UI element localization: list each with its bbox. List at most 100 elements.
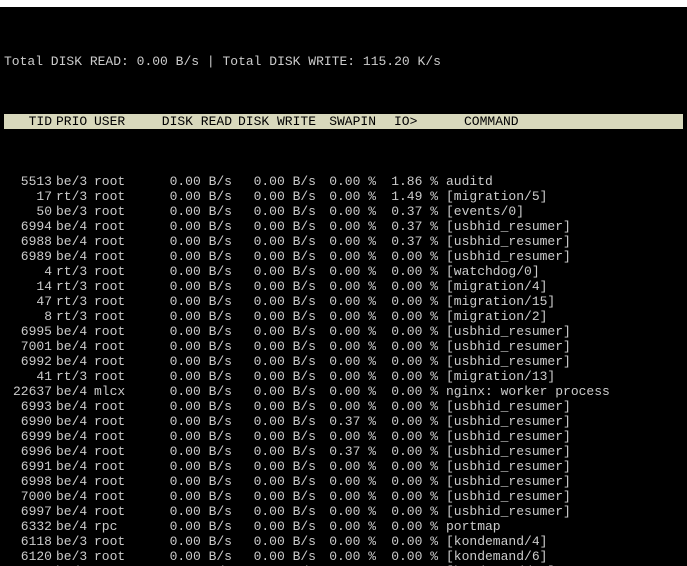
cell-swapin: 0.00 %	[320, 399, 382, 414]
cell-io: 0.00 %	[382, 549, 444, 564]
cell-user: root	[94, 549, 152, 564]
cell-swapin: 0.37 %	[320, 444, 382, 459]
process-row[interactable]: 6991be/4root0.00 B/s0.00 B/s0.00 %0.00 %…	[4, 459, 683, 474]
process-row[interactable]: 6998be/4root0.00 B/s0.00 B/s0.00 %0.00 %…	[4, 474, 683, 489]
cell-user: root	[94, 504, 152, 519]
cell-io: 0.00 %	[382, 399, 444, 414]
process-row[interactable]: 6118be/3root0.00 B/s0.00 B/s0.00 %0.00 %…	[4, 534, 683, 549]
cell-dread: 0.00 B/s	[152, 519, 236, 534]
cell-io: 0.37 %	[382, 234, 444, 249]
cell-cmd: [usbhid_resumer]	[444, 234, 683, 249]
process-row[interactable]: 17rt/3root0.00 B/s0.00 B/s0.00 %1.49 %[m…	[4, 189, 683, 204]
column-header-row[interactable]: TID PRIO USER DISK READ DISK WRITE SWAPI…	[4, 114, 683, 129]
cell-dwrite: 0.00 B/s	[236, 549, 320, 564]
cell-swapin: 0.00 %	[320, 459, 382, 474]
cell-dread: 0.00 B/s	[152, 429, 236, 444]
cell-tid: 6991	[4, 459, 56, 474]
cell-prio: be/4	[56, 444, 94, 459]
col-header-cmd[interactable]: COMMAND	[450, 114, 683, 129]
cell-prio: be/4	[56, 474, 94, 489]
process-row[interactable]: 6996be/4root0.00 B/s0.00 B/s0.37 %0.00 %…	[4, 444, 683, 459]
cell-cmd: [events/0]	[444, 204, 683, 219]
process-row[interactable]: 7001be/4root0.00 B/s0.00 B/s0.00 %0.00 %…	[4, 339, 683, 354]
cell-cmd: [migration/4]	[444, 279, 683, 294]
cell-prio: rt/3	[56, 369, 94, 384]
cell-io: 0.00 %	[382, 444, 444, 459]
col-header-io[interactable]: IO>	[382, 114, 450, 129]
process-row[interactable]: 6997be/4root0.00 B/s0.00 B/s0.00 %0.00 %…	[4, 504, 683, 519]
cell-io: 0.00 %	[382, 489, 444, 504]
cell-cmd: [usbhid_resumer]	[444, 429, 683, 444]
process-row[interactable]: 6992be/4root0.00 B/s0.00 B/s0.00 %0.00 %…	[4, 354, 683, 369]
cell-swapin: 0.00 %	[320, 339, 382, 354]
cell-dwrite: 0.00 B/s	[236, 384, 320, 399]
cell-user: root	[94, 279, 152, 294]
cell-cmd: [migration/15]	[444, 294, 683, 309]
cell-cmd: [usbhid_resumer]	[444, 444, 683, 459]
cell-tid: 6989	[4, 249, 56, 264]
cell-dread: 0.00 B/s	[152, 249, 236, 264]
cell-io: 0.00 %	[382, 504, 444, 519]
process-row[interactable]: 6999be/4root0.00 B/s0.00 B/s0.00 %0.00 %…	[4, 429, 683, 444]
process-row[interactable]: 47rt/3root0.00 B/s0.00 B/s0.00 %0.00 %[m…	[4, 294, 683, 309]
process-row[interactable]: 6994be/4root0.00 B/s0.00 B/s0.00 %0.37 %…	[4, 219, 683, 234]
cell-prio: be/4	[56, 339, 94, 354]
cell-tid: 5513	[4, 174, 56, 189]
cell-swapin: 0.00 %	[320, 249, 382, 264]
cell-dread: 0.00 B/s	[152, 204, 236, 219]
cell-io: 0.00 %	[382, 474, 444, 489]
col-header-user[interactable]: USER	[94, 114, 152, 129]
cell-prio: be/4	[56, 504, 94, 519]
cell-swapin: 0.00 %	[320, 474, 382, 489]
process-row[interactable]: 8rt/3root0.00 B/s0.00 B/s0.00 %0.00 %[mi…	[4, 309, 683, 324]
cell-user: root	[94, 264, 152, 279]
cell-swapin: 0.00 %	[320, 534, 382, 549]
process-row[interactable]: 6120be/3root0.00 B/s0.00 B/s0.00 %0.00 %…	[4, 549, 683, 564]
window-titlebar[interactable]	[0, 0, 687, 7]
process-row[interactable]: 7000be/4root0.00 B/s0.00 B/s0.00 %0.00 %…	[4, 489, 683, 504]
col-header-dwrite[interactable]: DISK WRITE	[236, 114, 320, 129]
cell-dread: 0.00 B/s	[152, 399, 236, 414]
cell-cmd: [usbhid_resumer]	[444, 504, 683, 519]
cell-prio: rt/3	[56, 189, 94, 204]
process-row[interactable]: 6990be/4root0.00 B/s0.00 B/s0.37 %0.00 %…	[4, 414, 683, 429]
cell-user: root	[94, 189, 152, 204]
col-header-swapin[interactable]: SWAPIN	[320, 114, 382, 129]
process-row[interactable]: 6989be/4root0.00 B/s0.00 B/s0.00 %0.00 %…	[4, 249, 683, 264]
cell-dwrite: 0.00 B/s	[236, 459, 320, 474]
process-row[interactable]: 41rt/3root0.00 B/s0.00 B/s0.00 %0.00 %[m…	[4, 369, 683, 384]
cell-prio: be/3	[56, 534, 94, 549]
cell-dread: 0.00 B/s	[152, 369, 236, 384]
cell-user: root	[94, 249, 152, 264]
process-row[interactable]: 4rt/3root0.00 B/s0.00 B/s0.00 %0.00 %[wa…	[4, 264, 683, 279]
col-header-tid[interactable]: TID	[4, 114, 56, 129]
cell-tid: 41	[4, 369, 56, 384]
process-row[interactable]: 22637be/4mlcx0.00 B/s0.00 B/s0.00 %0.00 …	[4, 384, 683, 399]
cell-dwrite: 0.00 B/s	[236, 324, 320, 339]
cell-dwrite: 0.00 B/s	[236, 264, 320, 279]
cell-cmd: [kondemand/4]	[444, 534, 683, 549]
cell-user: mlcx	[94, 384, 152, 399]
cell-prio: be/4	[56, 384, 94, 399]
process-row[interactable]: 6993be/4root0.00 B/s0.00 B/s0.00 %0.00 %…	[4, 399, 683, 414]
process-row[interactable]: 14rt/3root0.00 B/s0.00 B/s0.00 %0.00 %[m…	[4, 279, 683, 294]
process-row[interactable]: 6988be/4root0.00 B/s0.00 B/s0.00 %0.37 %…	[4, 234, 683, 249]
cell-swapin: 0.00 %	[320, 354, 382, 369]
cell-dread: 0.00 B/s	[152, 444, 236, 459]
process-row[interactable]: 6995be/4root0.00 B/s0.00 B/s0.00 %0.00 %…	[4, 324, 683, 339]
cell-user: root	[94, 309, 152, 324]
process-row[interactable]: 50be/3root0.00 B/s0.00 B/s0.00 %0.37 %[e…	[4, 204, 683, 219]
process-row[interactable]: 6332be/4rpc0.00 B/s0.00 B/s0.00 %0.00 %p…	[4, 519, 683, 534]
cell-user: root	[94, 489, 152, 504]
cell-io: 0.00 %	[382, 264, 444, 279]
process-row[interactable]: 5513be/3root0.00 B/s0.00 B/s0.00 %1.86 %…	[4, 174, 683, 189]
cell-swapin: 0.00 %	[320, 324, 382, 339]
cell-dwrite: 0.00 B/s	[236, 369, 320, 384]
cell-user: root	[94, 369, 152, 384]
cell-dread: 0.00 B/s	[152, 459, 236, 474]
cell-dwrite: 0.00 B/s	[236, 204, 320, 219]
cell-io: 1.49 %	[382, 189, 444, 204]
col-header-dread[interactable]: DISK READ	[152, 114, 236, 129]
total-read-label: Total DISK READ:	[4, 54, 129, 69]
col-header-prio[interactable]: PRIO	[56, 114, 94, 129]
